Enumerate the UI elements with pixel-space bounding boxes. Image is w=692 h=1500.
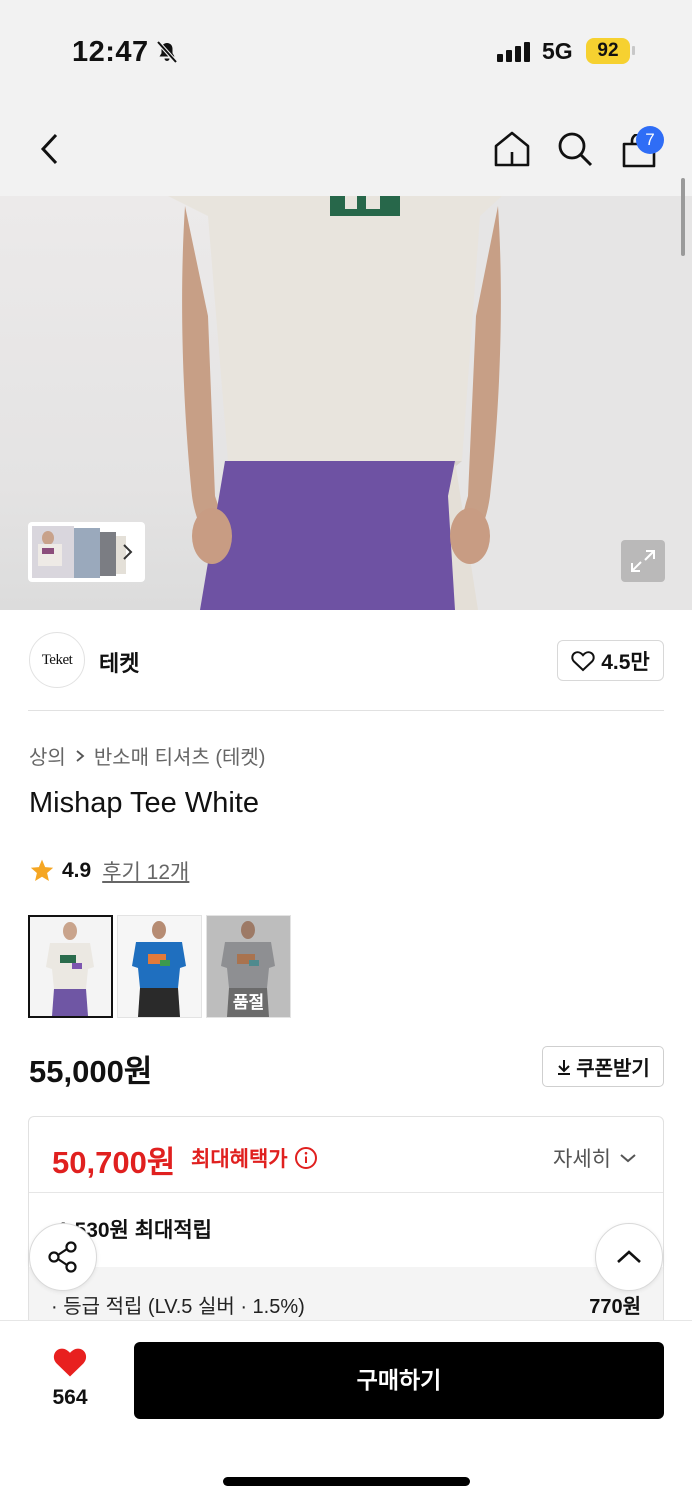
rating-row: 4.9 후기 12개	[29, 856, 189, 886]
breadcrumb: 상의 반소매 티셔츠 (테켓)	[29, 741, 265, 770]
coupon-button[interactable]: 쿠폰받기	[542, 1046, 664, 1087]
network-type: 5G	[542, 38, 573, 64]
wishlist-count: 564	[52, 1386, 88, 1409]
soldout-badge: 품절	[232, 993, 265, 1012]
grade-reward-amount: 770원	[589, 1296, 641, 1318]
info-icon[interactable]	[294, 1146, 318, 1170]
wishlist-heart-icon[interactable]	[52, 1346, 88, 1383]
grade-reward-row: · 등급 적립 (LV.5 실버 · 1.5%) 770원	[29, 1267, 663, 1325]
buy-button[interactable]: 구매하기	[134, 1342, 664, 1419]
breadcrumb-subcategory[interactable]: 반소매 티셔츠 (테켓)	[94, 741, 266, 770]
home-icon[interactable]	[493, 130, 531, 173]
variant-gray[interactable]: 품절	[206, 915, 291, 1018]
detail-toggle[interactable]: 자세히	[553, 1143, 637, 1173]
original-price: 55,000원	[29, 1054, 153, 1089]
back-arrow-icon[interactable]	[38, 132, 62, 171]
review-count-link[interactable]: 후기 12개	[102, 856, 189, 886]
brand-like-count: 4.5만	[601, 650, 650, 674]
rating-score: 4.9	[62, 859, 92, 882]
brand-name[interactable]: 테켓	[99, 646, 139, 678]
scrollbar-thumb[interactable]	[681, 178, 685, 256]
color-variant-list: 품절	[28, 915, 291, 1018]
chevron-right-icon	[76, 749, 85, 762]
search-icon[interactable]	[556, 130, 594, 173]
heart-outline-icon	[571, 650, 595, 671]
expand-icon	[631, 550, 655, 572]
share-button[interactable]	[29, 1223, 97, 1291]
max-benefit-price: 50,700원	[52, 1145, 176, 1180]
chevron-down-icon	[620, 1154, 636, 1163]
scroll-top-button[interactable]	[595, 1223, 663, 1291]
brand-like-button[interactable]: 4.5만	[557, 640, 664, 681]
download-icon	[558, 1059, 571, 1075]
product-title: Mishap Tee White	[29, 787, 259, 819]
battery-tip	[632, 46, 635, 55]
status-time: 12:47	[72, 36, 149, 68]
divider	[28, 710, 664, 711]
bell-muted-icon	[155, 40, 179, 69]
signal-icon	[497, 42, 530, 62]
image-thumbnail-strip[interactable]	[28, 522, 145, 582]
status-bar: 12:47 5G 92	[0, 0, 692, 100]
star-icon	[30, 859, 54, 881]
breadcrumb-category[interactable]: 상의	[29, 741, 66, 770]
share-icon	[48, 1241, 77, 1273]
home-indicator	[223, 1477, 470, 1486]
grade-reward-label: · 등급 적립 (LV.5 실버 · 1.5%)	[51, 1296, 305, 1318]
benefit-box: 50,700원 최대혜택가 자세히 1,530원 최대적립 · 등급 적립 (L…	[28, 1116, 664, 1326]
benefit-summary[interactable]: 50,700원 최대혜택가 자세히	[29, 1117, 663, 1193]
expand-image-button[interactable]	[621, 540, 665, 582]
cart-count-badge: 7	[636, 126, 664, 154]
chevron-up-icon	[617, 1250, 641, 1263]
max-benefit-label: 최대혜택가	[191, 1143, 318, 1173]
variant-white[interactable]	[28, 915, 113, 1018]
battery-level: 92	[586, 38, 630, 64]
coupon-label: 쿠폰받기	[576, 1058, 650, 1080]
brand-logo[interactable]: Teket	[29, 632, 85, 688]
variant-blue[interactable]	[117, 915, 202, 1018]
